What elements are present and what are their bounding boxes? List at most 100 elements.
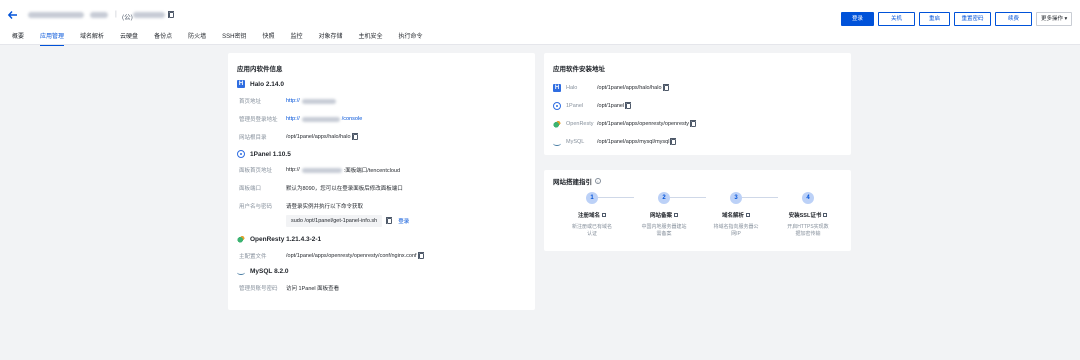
tab-run-command[interactable]: 执行命令	[399, 32, 423, 44]
software-info-card: 应用内软件信息 H Halo 2.14.0 首页地址 http:// 管理员登录…	[228, 53, 535, 310]
mysql-name: MySQL 8.2.0	[250, 267, 289, 275]
renew-button[interactable]: 续费	[995, 12, 1032, 26]
restart-button[interactable]: 重启	[919, 12, 950, 26]
halo-homepage-row: 首页地址 http://	[239, 97, 336, 105]
external-link-icon	[746, 213, 750, 217]
card-title: 应用内软件信息	[237, 66, 283, 73]
step-dns-resolve[interactable]: 3 域名解析 将域名指向服务器公 网IP	[706, 192, 766, 238]
reset-password-button[interactable]: 重置密码	[954, 12, 991, 26]
command-box: sudo /opt/1panel/get-1panel-info.sh	[286, 215, 383, 227]
step-desc: 开启HTTPS实现数	[787, 224, 829, 230]
field-label: 面板首页地址	[239, 168, 273, 174]
info-icon[interactable]: i	[595, 178, 601, 184]
install-row-halo: H Halo /opt/1panel/apps/halo/halo	[553, 84, 669, 92]
step-ssl-cert[interactable]: 4 安装SSL证书 开启HTTPS实现数 据加密传输	[778, 192, 838, 238]
openresty-config-row: 主配置文件 /opt/1panel/apps/openresty/openres…	[239, 252, 424, 260]
instance-id-redacted	[90, 12, 108, 18]
tab-host-security[interactable]: 主机安全	[358, 32, 382, 44]
halo-admin-link[interactable]: http:///console	[286, 116, 362, 122]
more-actions-dropdown[interactable]: 更多操作 ▾	[1036, 12, 1072, 26]
copy-icon[interactable]	[168, 11, 174, 18]
divider: |	[115, 11, 117, 18]
guide-title: 网站搭建指引 i	[553, 176, 601, 186]
copy-icon[interactable]	[670, 138, 677, 145]
app-name: OpenResty	[566, 121, 594, 127]
halo-name: Halo 2.14.0	[250, 80, 284, 88]
tab-app-management[interactable]: 应用管理	[40, 32, 65, 46]
install-path: /opt/1panel/apps/halo/halo	[597, 85, 662, 91]
step-title: 安装SSL证书	[788, 213, 822, 219]
step-title: 注册域名	[577, 213, 600, 219]
site-guide-card: 网站搭建指引 i 1 注册域名 新注册或已有域名 认证 2 网站备案 中国内地服务…	[544, 170, 851, 251]
halo-icon: H	[553, 84, 561, 92]
field-label: 网站根目录	[239, 135, 267, 141]
step-register-domain[interactable]: 1 注册域名 新注册或已有域名 认证	[562, 192, 622, 238]
mysql-icon	[237, 270, 245, 275]
step-title: 域名解析	[721, 213, 744, 219]
field-label: 管理员账号密码	[239, 286, 278, 292]
login-button[interactable]: 登录	[841, 12, 874, 26]
copy-icon[interactable]	[386, 217, 393, 224]
login-link[interactable]: 登录	[398, 217, 409, 225]
1panel-port-row: 面板端口 默认为8090，您可以在登录面板后修改面板端口	[239, 184, 403, 192]
tab-bar: 概要 应用管理 域名解析 云硬盘 备份点 防火墙 SSH密钥 快照 监控 对象存…	[12, 32, 439, 46]
action-buttons: 登录 关机 重启 重置密码 续费 更多操作 ▾	[841, 12, 1072, 26]
tab-ssh-key[interactable]: SSH密钥	[222, 32, 246, 44]
tab-snapshot[interactable]: 快照	[262, 32, 274, 44]
copy-icon[interactable]	[625, 102, 632, 109]
tab-overview[interactable]: 概要	[12, 32, 24, 44]
app-name: 1Panel	[566, 103, 584, 109]
step-title: 网站备案	[649, 213, 672, 219]
copy-icon[interactable]	[351, 133, 358, 140]
tab-monitor[interactable]: 监控	[290, 32, 302, 44]
copy-icon[interactable]	[662, 84, 669, 91]
back-arrow-icon[interactable]	[7, 9, 19, 21]
field-label: 管理员登录地址	[239, 117, 278, 123]
1panel-icon	[553, 102, 561, 110]
openresty-icon	[237, 235, 245, 243]
card-title: 应用软件安装地址	[553, 66, 605, 73]
1panel-cred-value: 请登录实例并执行以下命令获取	[286, 204, 364, 210]
openresty-icon	[553, 120, 561, 128]
step-desc: 认证	[586, 231, 597, 237]
mysql-pwd-row: 管理员账号密码 访问 1Panel 面板查看	[239, 284, 339, 292]
1panel-icon	[237, 150, 245, 158]
copy-icon[interactable]	[690, 120, 697, 127]
field-label: 首页地址	[239, 99, 262, 105]
halo-icon: H	[237, 80, 245, 88]
halo-admin-row: 管理员登录地址 http:///console	[239, 115, 362, 123]
tab-divider	[0, 44, 1080, 45]
step-desc: 将域名指向服务器公	[713, 224, 759, 230]
step-desc: 网IP	[731, 231, 741, 237]
1panel-url-row: 面板首页地址 http://:面板端口/tencentcloud	[239, 166, 400, 174]
tab-dns[interactable]: 域名解析	[80, 32, 104, 44]
tab-backup[interactable]: 备份点	[154, 32, 172, 44]
install-row-openresty: OpenResty /opt/1panel/apps/openresty/ope…	[553, 120, 697, 128]
public-ip-label: (公)	[122, 14, 133, 21]
step-number: 4	[802, 192, 814, 204]
top-bar: | (公) 登录 关机 重启 重置密码 续费 更多操作 ▾ 概要 应用管理 域名…	[0, 0, 1080, 46]
app-name: Halo	[566, 85, 578, 91]
shutdown-button[interactable]: 关机	[878, 12, 915, 26]
more-actions-label: 更多操作	[1041, 16, 1064, 22]
step-desc: 中国内地服务器建站	[641, 224, 687, 230]
install-path: /opt/1panel	[597, 103, 625, 109]
tab-cloud-disk[interactable]: 云硬盘	[120, 32, 138, 44]
1panel-name: 1Panel 1.10.5	[250, 150, 291, 158]
tab-object-storage[interactable]: 对象存储	[318, 32, 342, 44]
install-row-mysql: MySQL /opt/1panel/apps/mysql/mysql	[553, 138, 677, 146]
field-label: 主配置文件	[239, 254, 267, 260]
install-row-1panel: 1Panel /opt/1panel	[553, 102, 632, 110]
1panel-cred-row: 用户名与密码 请登录实例并执行以下命令获取	[239, 202, 363, 210]
step-desc: 据加密传输	[795, 231, 821, 237]
external-link-icon	[823, 213, 828, 217]
halo-homepage-link[interactable]: http://	[286, 98, 336, 104]
install-paths-card: 应用软件安装地址 H Halo /opt/1panel/apps/halo/hal…	[544, 53, 851, 155]
tab-firewall[interactable]: 防火墙	[188, 32, 206, 44]
step-icp-filing[interactable]: 2 网站备案 中国内地服务器建站 需备案	[634, 192, 694, 238]
step-number: 2	[658, 192, 670, 204]
halo-path-value: /opt/1panel/apps/halo/halo	[286, 133, 358, 140]
mysql-icon	[553, 141, 561, 146]
copy-icon[interactable]	[417, 252, 424, 259]
openresty-header: OpenResty 1.21.4.3-2-1	[237, 235, 321, 243]
